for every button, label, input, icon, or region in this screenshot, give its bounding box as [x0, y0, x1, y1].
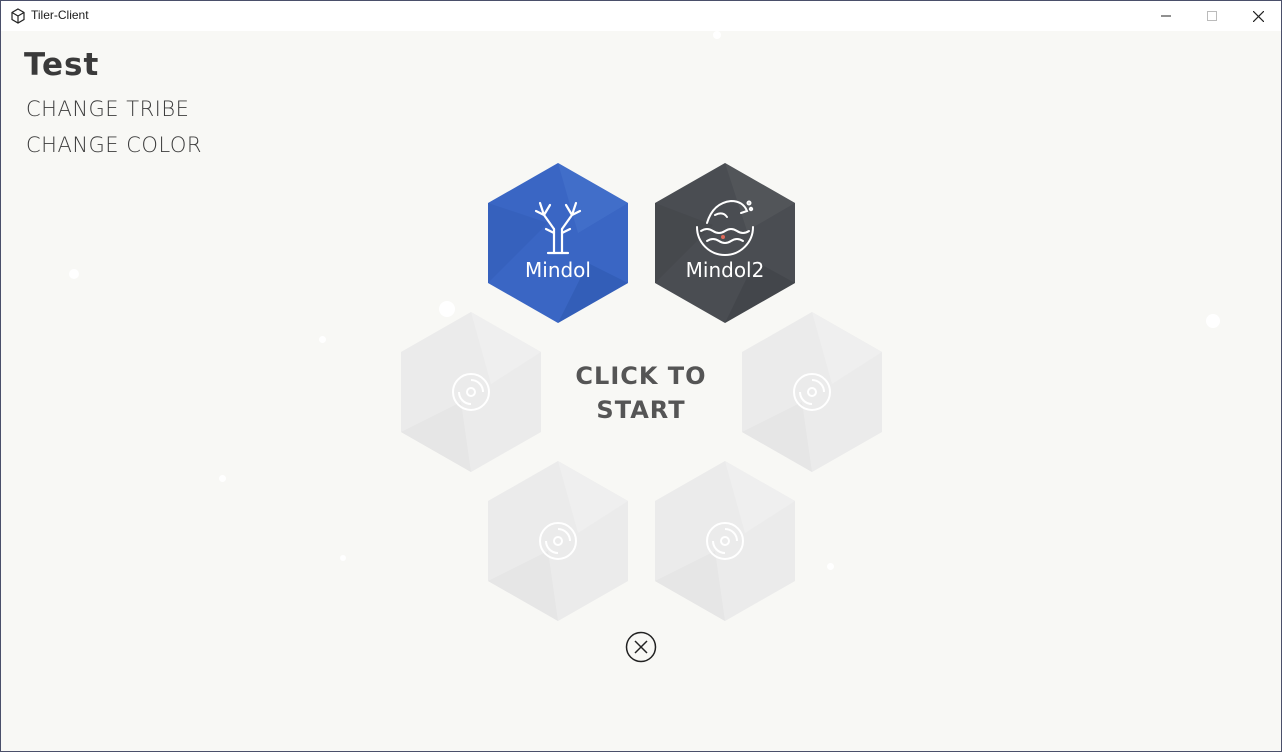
app-window: Tiler-Client Test CHANGE TRIBE CHANGE CO… [0, 0, 1282, 752]
minimize-icon [1161, 15, 1171, 17]
disc-icon [539, 522, 577, 560]
change-tribe-link[interactable]: CHANGE TRIBE [26, 97, 189, 121]
disc-icon [452, 373, 490, 411]
close-button[interactable] [1235, 1, 1281, 31]
particle-dot [69, 269, 79, 279]
player-name: Test [24, 47, 100, 83]
tribe-name: Mindol [525, 258, 591, 282]
game-lobby: Test CHANGE TRIBE CHANGE COLOR Mindol Mi… [1, 31, 1281, 751]
maximize-icon [1207, 11, 1217, 21]
empty-slot-right[interactable] [742, 312, 882, 472]
particle-dot [319, 336, 326, 343]
title-bar[interactable]: Tiler-Client [1, 1, 1281, 31]
maximize-button[interactable] [1189, 1, 1235, 31]
close-circle-icon [625, 631, 657, 663]
minimize-button[interactable] [1143, 1, 1189, 31]
close-icon [1252, 10, 1264, 22]
empty-slot-left[interactable] [401, 312, 541, 472]
disc-icon [706, 522, 744, 560]
disc-icon [793, 373, 831, 411]
empty-slot-bottom-right[interactable] [655, 461, 795, 621]
tribe-tile-mindol2[interactable]: Mindol2 [655, 163, 795, 323]
change-color-link[interactable]: CHANGE COLOR [26, 133, 202, 157]
particle-dot [713, 31, 721, 39]
empty-slot-bottom-left[interactable] [488, 461, 628, 621]
tree-icon [534, 201, 582, 255]
window-title: Tiler-Client [31, 8, 89, 22]
tribe-name: Mindol2 [685, 258, 765, 282]
particle-dot [827, 563, 834, 570]
tribe-tile-mindol[interactable]: Mindol [488, 163, 628, 323]
click-to-start-button[interactable]: CLICK TO START [561, 359, 721, 427]
particle-dot [219, 475, 226, 482]
particle-dot [1206, 314, 1220, 328]
particle-dot [340, 555, 346, 561]
dolphin-wave-icon [696, 199, 754, 256]
exit-button[interactable] [625, 631, 657, 663]
unity-logo-icon [11, 8, 25, 24]
